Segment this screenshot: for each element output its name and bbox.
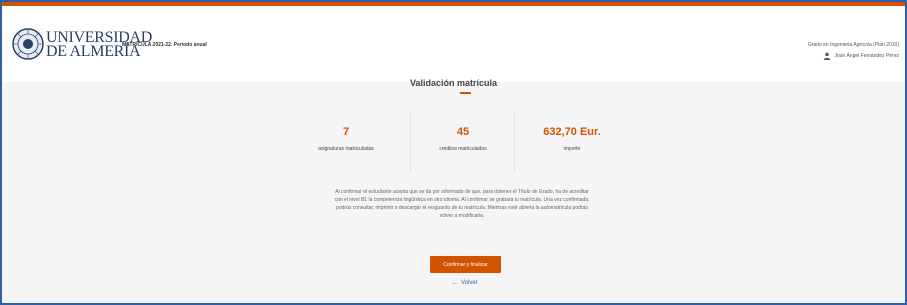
user-icon	[823, 52, 830, 60]
user-info[interactable]: José Ángel Fernández Pérez	[823, 52, 899, 60]
stat-credits-label: créditos matriculados	[439, 146, 487, 152]
confirm-finish-button[interactable]: Confirmar y finalizar	[430, 256, 501, 273]
stat-amount: 632,70 Eur. importe	[520, 126, 624, 152]
page-title: Validación matrícula	[409, 78, 498, 88]
stat-amount-value: 632,70 Eur.	[543, 126, 601, 138]
stat-credits: 45 créditos matriculados	[411, 126, 515, 152]
back-link-label: Volver	[461, 280, 478, 286]
university-seal-icon	[12, 28, 44, 60]
back-link[interactable]: ← Volver	[452, 280, 478, 286]
stat-credits-value: 45	[456, 126, 470, 138]
stat-divider	[514, 112, 515, 172]
main-content: Validación matrícula 7 asignaturas matri…	[2, 78, 905, 303]
title-underline	[460, 92, 471, 94]
stat-subjects-value: 7	[342, 126, 350, 138]
app-window: UNIVERSIDAD DE ALMERÍA MATRÍCULA 2021-22…	[0, 0, 907, 305]
header: UNIVERSIDAD DE ALMERÍA MATRÍCULA 2021-22…	[2, 6, 905, 82]
university-logo[interactable]: UNIVERSIDAD DE ALMERÍA	[12, 28, 152, 70]
user-name: José Ángel Fernández Pérez	[834, 53, 899, 59]
stat-subjects-label: asignaturas matriculadas	[318, 146, 374, 152]
confirmation-notice: Al confirmar el estudiante acepta que se…	[334, 189, 590, 219]
course-label: MATRÍCULA 2021-22. Período anual	[122, 42, 207, 48]
stat-subjects: 7 asignaturas matriculadas	[294, 126, 398, 152]
stat-amount-label: importe	[563, 146, 581, 152]
arrow-left-icon: ←	[452, 280, 458, 286]
degree-label: Grado en Ingeniería Agrícola (Plan 2010)	[807, 42, 899, 48]
